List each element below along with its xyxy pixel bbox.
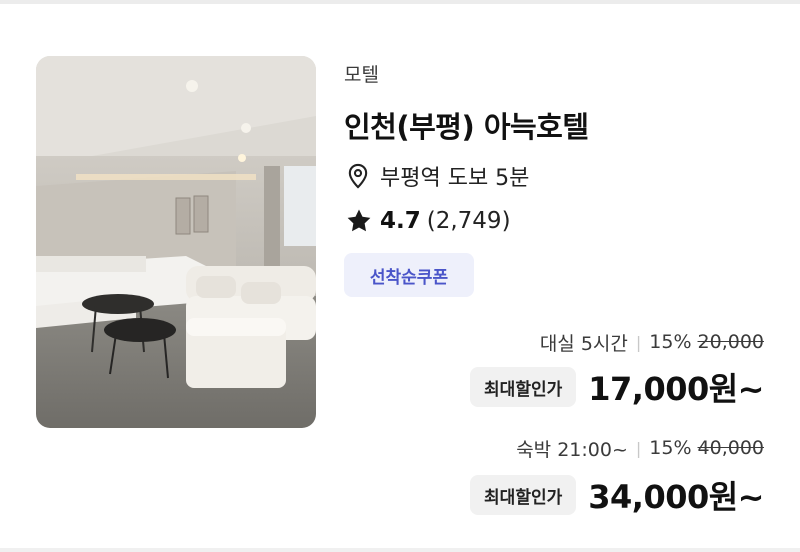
stay-final-row: 최대할인가 34,000원~	[470, 472, 764, 518]
hotel-room-photo[interactable]	[36, 56, 316, 428]
map-pin-icon	[348, 163, 368, 189]
stay-max-discount-badge: 최대할인가	[470, 475, 577, 515]
stay-discount: 15%	[649, 437, 692, 459]
review-count: (2,749)	[426, 208, 511, 234]
divider-bar: |	[635, 332, 642, 352]
bottom-divider	[0, 548, 800, 552]
stay-final-price: 34,000원~	[588, 478, 764, 516]
category-label: 모텔	[344, 64, 379, 86]
divider-bar: |	[635, 438, 642, 458]
first-come-coupon-badge[interactable]: 선착순쿠폰	[344, 253, 474, 297]
stay-original-price: 40,000	[697, 437, 764, 459]
rent-discount: 15%	[649, 331, 692, 353]
location-row: 부평역 도보 5분	[344, 160, 529, 192]
rating-score: 4.7	[380, 208, 421, 234]
rent-original-price: 20,000	[697, 331, 764, 353]
rent-max-discount-badge: 최대할인가	[470, 367, 577, 407]
hotel-name[interactable]: 인천(부평) 아늑호텔	[344, 104, 589, 146]
rent-final-price: 17,000원~	[588, 370, 764, 408]
location-text: 부평역 도보 5분	[380, 166, 530, 191]
star-icon	[347, 209, 371, 232]
rating-row: 4.7 (2,749)	[344, 204, 511, 238]
rent-final-row: 최대할인가 17,000원~	[470, 364, 764, 410]
stay-price-info: 숙박 21:00~ | 15% 40,000	[516, 434, 764, 462]
top-divider	[0, 0, 800, 4]
rent-price-info: 대실 5시간 | 15% 20,000	[540, 328, 764, 356]
rent-label: 대실 5시간	[539, 332, 628, 355]
stay-label: 숙박 21:00~	[516, 438, 628, 461]
